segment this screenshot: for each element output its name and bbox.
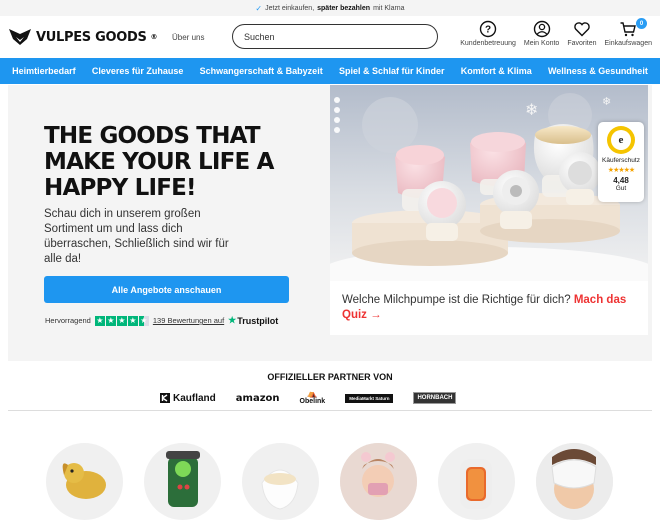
hero-headline: THE GOODS THAT MAKE YOUR LIFE A HAPPY LI… xyxy=(44,123,274,201)
trustpilot-rating-word: Hervorragend xyxy=(45,316,91,325)
carousel-dots xyxy=(334,97,340,133)
obelink-logo: ⛺ Obelink xyxy=(299,389,326,406)
nav-item-cleveres[interactable]: Cleveres für Zuhause xyxy=(92,66,184,76)
dog-toy-image xyxy=(62,463,106,499)
cart-label: Einkaufswagen xyxy=(604,40,652,47)
star-icon: ★ xyxy=(105,315,116,326)
category-wellness[interactable] xyxy=(536,443,613,520)
pump-device-image xyxy=(261,469,299,510)
registered-mark: ® xyxy=(150,33,158,41)
promo-text-bold: später bezahlen xyxy=(317,4,371,12)
site-logo[interactable]: VULPES GOODS ® xyxy=(8,28,158,46)
trusted-grade: Gut xyxy=(615,185,627,192)
green-device-image xyxy=(166,451,200,507)
trusted-label: Käuferschutz xyxy=(602,157,640,164)
hero-banner: THE GOODS THAT MAKE YOUR LIFE A HAPPY LI… xyxy=(8,85,652,361)
promo-bar: ✓ Jetzt einkaufen, später bezahlen mit K… xyxy=(0,0,660,16)
account-label: Mein Konto xyxy=(523,40,560,47)
site-header: VULPES GOODS ® Über uns Suchen ? Kundenbe… xyxy=(0,16,660,58)
all-offers-button[interactable]: Alle Angebote anschauen xyxy=(44,276,289,303)
customer-service-button[interactable]: ? Kundenbetreuung xyxy=(460,20,516,47)
favorites-button[interactable]: Favoriten xyxy=(567,20,597,47)
partners-title: OFFIZIELLER PARTNER VON xyxy=(267,372,393,382)
trusted-shops-seal-icon: e xyxy=(607,126,635,154)
trustpilot-logo: ★ Trustpilot xyxy=(228,315,279,326)
svg-text:❄: ❄ xyxy=(602,95,611,108)
nav-item-schwangerschaft[interactable]: Schwangerschaft & Babyzeit xyxy=(200,66,323,76)
trustpilot-reviews-link[interactable]: 139 Bewertungen auf xyxy=(153,316,224,325)
check-icon: ✓ xyxy=(255,3,263,13)
carousel-dot[interactable] xyxy=(334,107,340,113)
kaufland-logo: Kaufland xyxy=(160,393,216,404)
heart-icon xyxy=(574,22,590,37)
kaufland-k-icon xyxy=(160,393,170,403)
star-icon: ★ xyxy=(94,315,105,326)
trustpilot-widget[interactable]: Hervorragend ★ ★ ★ ★ ★ 139 Bewertungen a… xyxy=(45,315,278,326)
star-icon: ★ xyxy=(127,315,138,326)
trusted-stars-icon: ★★★★★ xyxy=(607,167,635,174)
nav-item-komfort-klima[interactable]: Komfort & Klima xyxy=(461,66,532,76)
nav-item-spiel-schlaf[interactable]: Spiel & Schlaf für Kinder xyxy=(339,66,445,76)
about-link[interactable]: Über uns xyxy=(172,33,204,42)
trusted-shops-badge[interactable]: e Käuferschutz ★★★★★ 4,48 Gut xyxy=(598,122,644,202)
category-circles xyxy=(46,443,613,520)
help-icon: ? xyxy=(479,20,497,38)
favorites-label: Favoriten xyxy=(567,40,597,47)
search-input[interactable]: Suchen xyxy=(232,24,438,49)
cart-icon xyxy=(620,22,637,37)
category-pregnancy[interactable] xyxy=(242,443,319,520)
search-placeholder: Suchen xyxy=(244,31,275,42)
promo-text-pre: Jetzt einkaufen, xyxy=(265,4,315,12)
promo-text-post: mit Klarna xyxy=(373,4,405,12)
svg-text:❄: ❄ xyxy=(525,100,538,119)
category-smart-home[interactable] xyxy=(144,443,221,520)
child-image xyxy=(340,443,417,520)
svg-text:?: ? xyxy=(485,25,491,36)
carousel-dot[interactable] xyxy=(334,127,340,133)
category-pet-toy[interactable] xyxy=(46,443,123,520)
nav-item-wellness[interactable]: Wellness & Gesundheit xyxy=(548,66,648,76)
cart-button[interactable]: 0 Einkaufswagen xyxy=(604,18,652,47)
carousel-dot[interactable] xyxy=(334,117,340,123)
carousel-dot[interactable] xyxy=(334,97,340,103)
category-kids[interactable] xyxy=(340,443,417,520)
section-divider xyxy=(8,410,652,411)
user-icon xyxy=(533,20,550,38)
half-star-icon: ★ xyxy=(138,315,149,326)
heater-image xyxy=(460,459,492,509)
account-button[interactable]: Mein Konto xyxy=(524,20,559,47)
amazon-logo: amazon xyxy=(235,392,280,404)
trustpilot-stars: ★ ★ ★ ★ ★ xyxy=(94,315,149,326)
trustpilot-star-icon: ★ xyxy=(228,315,237,325)
eye-massager-image xyxy=(536,443,613,520)
cart-count-badge: 0 xyxy=(636,18,647,29)
quiz-teaser: Welche Milchpumpe ist die Richtige für d… xyxy=(330,281,648,335)
quiz-question: Welche Milchpumpe ist die Richtige für d… xyxy=(342,294,571,306)
help-label: Kundenbetreuung xyxy=(460,40,516,47)
logo-text: VULPES GOODS xyxy=(36,29,147,45)
partner-logos: Kaufland amazon ⛺ Obelink MediaMarkt Satu… xyxy=(160,389,457,406)
trusted-score: 4,48 xyxy=(613,176,629,185)
category-comfort-climate[interactable] xyxy=(438,443,515,520)
fox-logo-icon xyxy=(9,29,31,45)
star-icon: ★ xyxy=(116,315,127,326)
mediamarkt-saturn-logo: MediaMarkt Saturn xyxy=(345,393,394,403)
hero-lead: Schau dich in unserem großen Sortiment u… xyxy=(44,208,229,265)
hornbach-logo: HORNBACH xyxy=(413,392,457,404)
nav-item-heimtierbedarf[interactable]: Heimtierbedarf xyxy=(12,66,76,76)
category-nav: Heimtierbedarf Cleveres für Zuhause Schw… xyxy=(0,58,660,84)
